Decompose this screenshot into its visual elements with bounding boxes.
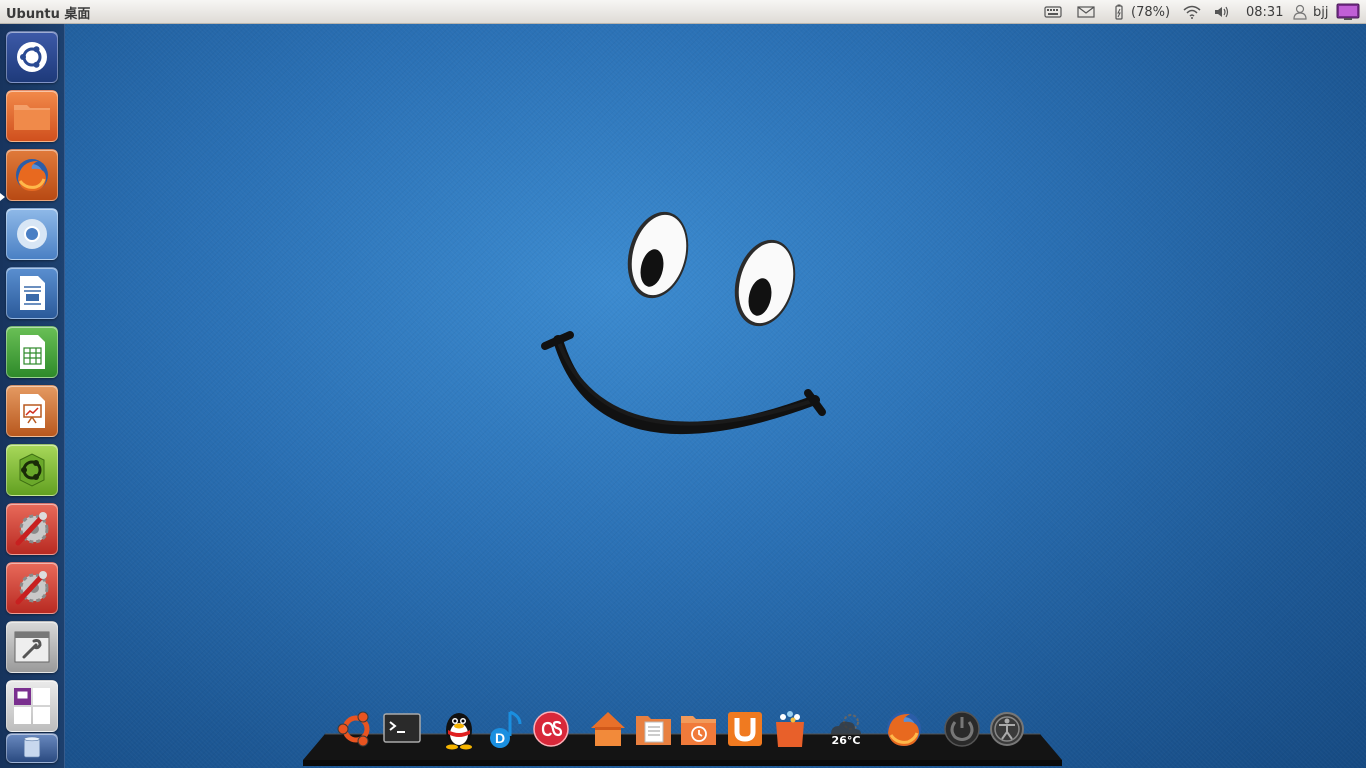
- dock-terminal[interactable]: [381, 708, 423, 750]
- penguin-icon: [446, 713, 472, 750]
- battery-indicator[interactable]: (78%): [1110, 0, 1170, 24]
- launcher-files[interactable]: [6, 90, 58, 142]
- writer-icon: [20, 276, 45, 310]
- ubuntu-logo-icon: [337, 711, 370, 747]
- dock-lastfm[interactable]: [530, 708, 572, 750]
- battery-icon: [1110, 4, 1128, 20]
- keyboard-indicator[interactable]: [1044, 0, 1062, 24]
- software-center-icon: [19, 453, 45, 487]
- smile-mouth: [541, 331, 826, 435]
- app-title: Ubuntu 桌面: [6, 7, 91, 22]
- launcher-calc[interactable]: [6, 326, 58, 378]
- impress-icon: [20, 394, 45, 428]
- settings-tools-icon: [15, 512, 49, 546]
- window-wrench-icon: [14, 631, 50, 663]
- right-eye: [734, 239, 796, 327]
- shopping-bag-icon: [776, 711, 804, 747]
- sound-indicator[interactable]: [1213, 0, 1231, 24]
- launcher-window-tool[interactable]: [6, 621, 58, 673]
- dock-shopping[interactable]: [769, 708, 811, 750]
- dock-documents[interactable]: [633, 708, 675, 750]
- launcher-trash[interactable]: [6, 733, 58, 763]
- lastfm-icon: [533, 711, 569, 747]
- clock-time: 08:31: [1246, 4, 1284, 20]
- network-indicator[interactable]: [1183, 0, 1201, 24]
- launcher-dash-home[interactable]: [6, 31, 58, 83]
- active-app-indicator: [0, 193, 5, 201]
- launcher-firefox[interactable]: [6, 149, 58, 201]
- dock-ubuntu[interactable]: [335, 708, 377, 750]
- session-indicator[interactable]: [1336, 0, 1360, 24]
- clock-indicator[interactable]: 08:31: [1246, 0, 1283, 24]
- backup-folder-icon: [681, 716, 716, 745]
- dock-backup[interactable]: [678, 708, 720, 750]
- messaging-indicator[interactable]: [1077, 0, 1095, 24]
- launcher-chromium[interactable]: [6, 208, 58, 260]
- session-monitor-icon: [1336, 3, 1360, 20]
- power-icon: [944, 711, 980, 747]
- dock-weather[interactable]: 26°C: [825, 708, 867, 750]
- folder-icon: [14, 105, 50, 130]
- launcher-system-settings[interactable]: [6, 503, 58, 555]
- svg-text:D: D: [495, 730, 505, 746]
- chromium-icon: [17, 219, 47, 249]
- firefox-icon: [887, 712, 921, 746]
- settings-tools-icon: [15, 571, 49, 605]
- dock-music[interactable]: D: [484, 708, 526, 750]
- calc-icon: [20, 335, 45, 369]
- user-indicator[interactable]: bjj: [1291, 0, 1328, 24]
- dock-qq[interactable]: [438, 708, 480, 750]
- envelope-icon: [1077, 4, 1095, 20]
- launcher-software-center[interactable]: [6, 444, 58, 496]
- top-panel: Ubuntu 桌面 (78%) 08:31 bjj: [0, 0, 1366, 24]
- workspaces-icon: [14, 688, 50, 724]
- username: bjj: [1313, 4, 1329, 20]
- dock-ubuntu-one[interactable]: [724, 708, 766, 750]
- firefox-icon: [16, 159, 48, 191]
- keyboard-icon: [1044, 4, 1062, 20]
- ubuntu-one-icon: [728, 712, 762, 746]
- launcher-writer[interactable]: [6, 267, 58, 319]
- ubuntu-logo-icon: [17, 42, 47, 72]
- speaker-icon: [1213, 4, 1231, 20]
- weather-temperature: 26°C: [831, 734, 861, 747]
- bottom-dock: D 26°C: [300, 700, 1065, 768]
- trash-icon: [23, 736, 41, 758]
- music-note-icon: D: [490, 710, 522, 748]
- launcher-workspace-switcher[interactable]: [6, 680, 58, 732]
- home-icon: [591, 712, 625, 746]
- unity-launcher: [0, 24, 65, 768]
- user-icon: [1291, 4, 1309, 20]
- accessibility-icon: [990, 712, 1024, 746]
- battery-percent: (78%): [1131, 4, 1171, 20]
- dock-home[interactable]: [587, 708, 629, 750]
- launcher-system-settings-2[interactable]: [6, 562, 58, 614]
- smiley-face-wallpaper-art: [541, 211, 826, 435]
- dock-firefox[interactable]: [883, 708, 925, 750]
- dock-accessibility[interactable]: [986, 708, 1028, 750]
- documents-folder-icon: [636, 716, 671, 745]
- launcher-impress[interactable]: [6, 385, 58, 437]
- wifi-icon: [1183, 4, 1201, 20]
- left-eye: [627, 211, 689, 299]
- dock-power[interactable]: [941, 708, 983, 750]
- terminal-icon: [383, 713, 421, 743]
